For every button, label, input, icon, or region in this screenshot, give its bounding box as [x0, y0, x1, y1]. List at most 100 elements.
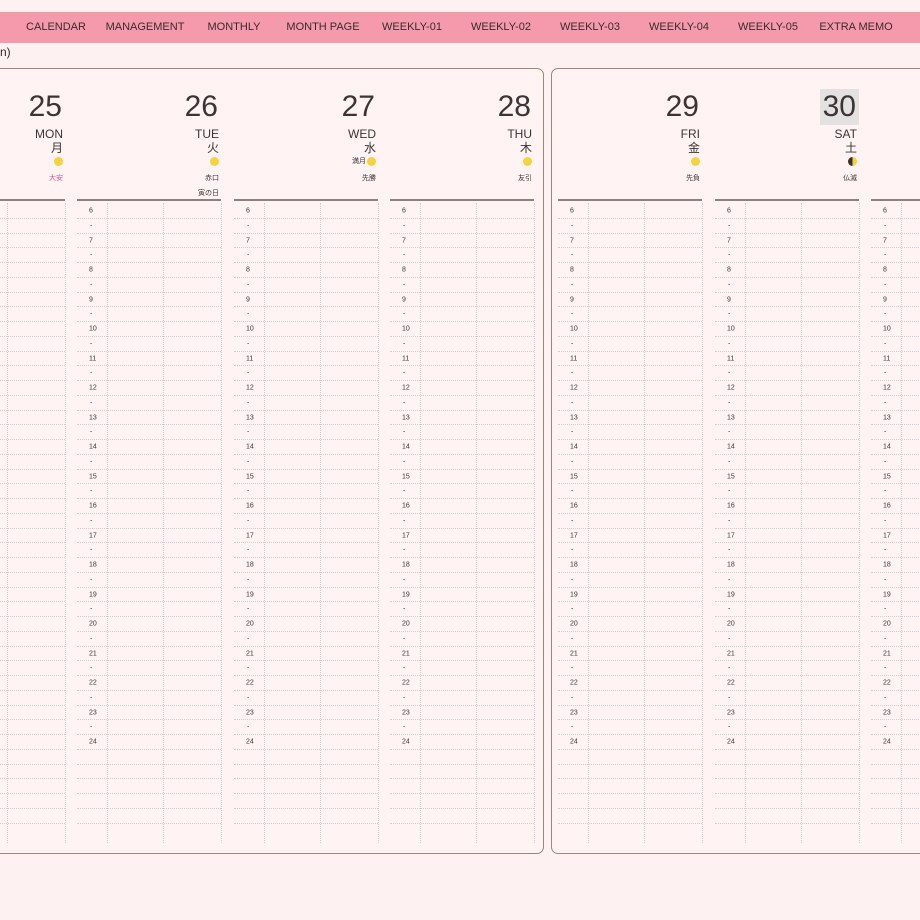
grid-row-line [390, 748, 534, 750]
half-hour-mark: - [571, 458, 574, 466]
grid-row-line [871, 734, 920, 735]
grid-row-line [715, 660, 859, 662]
nav-tab-weekly-05[interactable]: WEEKLY-05 [738, 12, 798, 43]
grid-row-line [558, 601, 702, 603]
grid-row-line [0, 498, 65, 499]
grid-row-line [234, 232, 378, 234]
nav-tab-extra-memo[interactable]: EXTRA MEMO [819, 12, 892, 43]
grid-row-line [390, 365, 534, 367]
grid-row-line [390, 630, 534, 632]
grid-row-line [77, 645, 221, 647]
hourly-schedule-grid[interactable]: 6-7-8-9-10-11-12-13-14-15-16-17-18-19-20… [234, 203, 379, 843]
grid-row-line [715, 527, 859, 529]
grid-row-line [0, 483, 65, 485]
day-number[interactable]: 30 [819, 89, 859, 125]
grid-row-line [234, 483, 378, 485]
day-number[interactable]: 28 [495, 89, 534, 125]
grid-row-line [390, 645, 534, 647]
grid-row-line [77, 704, 221, 706]
nav-tab-management[interactable]: MANAGEMENT [106, 12, 185, 43]
nav-tab-weekly-03[interactable]: WEEKLY-03 [560, 12, 620, 43]
grid-row-line [715, 306, 859, 308]
day-column[interactable]: 25 MON月大安 6-7-8-9-10-11-12-13-14-15-16-17-… [0, 69, 66, 853]
day-number[interactable]: 29 [663, 89, 702, 125]
hour-label: 18 [246, 561, 254, 569]
grid-row-line [715, 778, 859, 780]
grid-row-line [871, 793, 920, 794]
hour-label: 19 [402, 591, 410, 598]
grid-row-line [234, 527, 378, 529]
hour-label: 14 [727, 443, 735, 451]
half-hour-mark: - [728, 487, 731, 495]
grid-row-line [234, 335, 378, 337]
day-number[interactable]: 26 [182, 89, 221, 125]
grid-row-line [77, 262, 221, 263]
grid-row-line [234, 586, 378, 588]
grid-row-line [715, 439, 859, 440]
half-hour-mark: - [247, 251, 250, 259]
rokuyo-label: 友引 [518, 175, 532, 182]
day-column[interactable]: 6 - 7 - 8 - 9 - 10 - 11 - 12 - 13 - 14 - 15 - 16 - 17 - 18 - 19 - 20… [871, 69, 920, 853]
nav-tab-monthly[interactable]: MONTHLY [208, 12, 261, 43]
hourly-schedule-grid[interactable]: 6-7-8-9-10-11-12-13-14-15-16-17-18-19-20… [390, 203, 535, 843]
nav-tab-weekly-01[interactable]: WEEKLY-01 [382, 12, 442, 43]
hour-label: 16 [246, 502, 254, 510]
day-column[interactable]: 26 TUE 火赤口 寅の日 6 - 7 - 8 - 9 - 10 - 11 - 12 - 13 - 14 - 15 - 16 -… [77, 69, 222, 853]
grid-row-line [715, 571, 859, 573]
grid-row-line [77, 734, 221, 735]
grid-row-line [0, 689, 65, 691]
nav-tab-month-page[interactable]: MONTH PAGE [286, 12, 359, 43]
hourly-schedule-grid[interactable]: 6-7-8-9-10-11-12-13-14-15-16-17-18-19-20… [0, 203, 66, 843]
half-hour-mark: - [571, 428, 574, 436]
hourly-schedule-grid[interactable]: 6-7-8-9-10-11-12-13-14-15-16-17-18-19-20… [871, 203, 920, 843]
day-number[interactable]: 25 [26, 89, 65, 125]
grid-row-line [871, 719, 920, 721]
half-hour-mark: - [571, 517, 574, 525]
grid-row-line [715, 321, 859, 322]
half-hour-mark: - [247, 369, 250, 377]
half-hour-mark: - [403, 310, 406, 318]
hour-label: 6 [89, 207, 93, 215]
grid-row-line [0, 542, 65, 544]
half-hour-mark: - [728, 517, 731, 525]
hourly-schedule-grid[interactable]: 6-7-8-9-10-11-12-13-14-15-16-17-18-19-20… [77, 203, 222, 843]
hour-label: 20 [402, 620, 410, 628]
hourly-schedule-grid[interactable]: 6-7-8-9-10-11-12-13-14-15-16-17-18-19-20… [558, 203, 703, 843]
half-hour-mark: - [403, 517, 406, 525]
moon-phase-row: 満月 [352, 155, 376, 167]
day-column[interactable]: 29 FRI 金先負 6 - 7 - 8 - 9 - 10 - 11 - 12 - 13 - 14 - 15 - 16 - 17 -… [558, 69, 703, 853]
day-column[interactable]: 27 WED 水満月 先勝 6 - 7 - 8 - 9 - 10 - 11 - 12 - 13 - 14 - 15 - 16 - 1… [234, 69, 379, 853]
day-name-en: WED [348, 127, 376, 141]
grid-row-line [234, 380, 378, 381]
half-hour-mark: - [884, 694, 887, 702]
nav-back-text[interactable]: n) [0, 45, 11, 59]
grid-row-line [390, 689, 534, 691]
grid-row-line [390, 321, 534, 322]
grid-row-line [234, 276, 378, 278]
nav-tab-weekly-02[interactable]: WEEKLY-02 [471, 12, 531, 43]
grid-row-line [0, 453, 65, 455]
nav-tab-calendar[interactable]: CALENDAR [26, 12, 86, 43]
grid-row-line [871, 306, 920, 308]
hour-label: 7 [89, 237, 93, 244]
nav-tab-weekly-04[interactable]: WEEKLY-04 [649, 12, 709, 43]
grid-row-line [77, 542, 221, 544]
hour-label: 14 [570, 443, 578, 451]
grid-row-line [77, 365, 221, 367]
grid-row-line [234, 468, 378, 470]
day-column[interactable]: 30 SAT 土仏滅 6 - 7 - 8 - 9 - 10 - 11 - 12 - 13 - 14 - 15 - 16 - 17 -… [715, 69, 860, 853]
grid-row-line [77, 498, 221, 499]
day-column[interactable]: 28 THU 木友引 6 - 7 - 8 - 9 - 10 - 11 - 12 - 13 - 14 - 15 - 16 - 17 -… [390, 69, 535, 853]
hour-label: 15 [246, 473, 254, 480]
grid-row-line [77, 778, 221, 780]
hour-label: 24 [727, 738, 735, 746]
day-number[interactable]: 27 [339, 89, 378, 125]
grid-row-line [871, 822, 920, 824]
grid-row-line [871, 394, 920, 396]
hourly-schedule-grid[interactable]: 6-7-8-9-10-11-12-13-14-15-16-17-18-19-20… [715, 203, 860, 843]
hour-label: 12 [402, 384, 410, 392]
half-hour-mark: - [884, 517, 887, 525]
grid-row-line [77, 276, 221, 278]
hour-label: 21 [402, 650, 410, 657]
grid-row-line [234, 660, 378, 662]
